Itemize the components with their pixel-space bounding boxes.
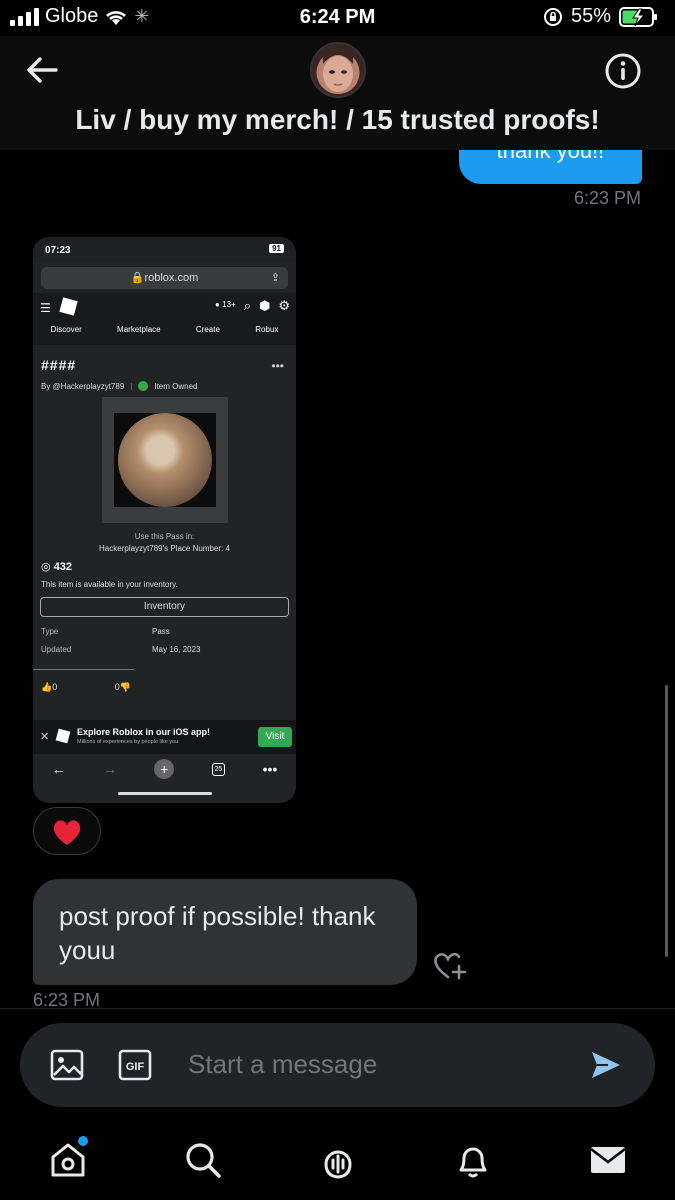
browser-toolbar: ← → + 25 ••• <box>33 754 296 784</box>
image-url-bar: 🔒roblox.com ⇪ <box>41 267 288 289</box>
more-icon: ••• <box>262 761 278 777</box>
thumbs-down-icon: 👎 <box>119 682 131 692</box>
avatar[interactable] <box>310 42 366 98</box>
availability-text: This item is available in your inventory… <box>41 580 178 589</box>
cat-photo <box>118 413 212 507</box>
search-icon <box>185 1143 221 1178</box>
nav-spaces[interactable] <box>318 1140 358 1180</box>
nav-home[interactable] <box>48 1136 88 1180</box>
envelope-icon <box>589 1147 626 1173</box>
reaction-badge[interactable] <box>33 807 101 855</box>
home-icon <box>51 1143 84 1177</box>
add-reaction-icon[interactable] <box>431 948 469 982</box>
item-name: #### <box>41 357 77 373</box>
shared-image-roblox-screenshot[interactable]: 07:23 91 🔒roblox.com ⇪ ☰ ● 13+ ⌕ ⬢ ⚙ Dis… <box>33 237 296 803</box>
sent-message-bubble[interactable]: thank you!! <box>459 150 642 184</box>
message-composer: GIF Start a message <box>20 1023 655 1107</box>
image-url: roblox.com <box>144 272 199 284</box>
forward-icon: → <box>102 761 117 777</box>
bottom-nav <box>0 1120 675 1200</box>
item-creator: By @Hackerplayzyt789 <box>41 381 125 391</box>
avatar-face-icon <box>323 48 353 92</box>
notification-dot <box>77 1136 88 1146</box>
battery-percent: 55% <box>570 5 611 27</box>
sent-message-time: 6:23 PM <box>573 188 641 208</box>
image-battery: 91 <box>269 244 284 253</box>
composer-area: GIF Start a message <box>0 1008 675 1120</box>
new-tab-icon: + <box>154 759 175 779</box>
roblox-logo-icon <box>55 728 71 744</box>
spaces-icon <box>324 1150 351 1179</box>
item-owned-label: Item Owned <box>154 381 198 391</box>
place-name: Hackerplayzyt789's Place Number: 4 <box>99 544 230 553</box>
tab-marketplace: Marketplace <box>117 325 161 334</box>
image-status-bar: 07:23 91 <box>33 237 296 263</box>
conversation-header: Liv / buy my merch! / 15 trusted proofs! <box>0 36 675 150</box>
avatar-small-icon: ● <box>215 300 220 309</box>
visit-button: Visit <box>258 727 292 747</box>
message-list[interactable]: thank you!! 6:23 PM 07:23 91 🔒roblox.com… <box>0 150 675 1010</box>
home-indicator <box>118 792 212 795</box>
roblox-nav: ☰ ● 13+ ⌕ ⬢ ⚙ Discover Marketplace Creat… <box>33 293 296 345</box>
heart-reaction-icon <box>53 820 81 845</box>
scrollbar[interactable] <box>665 685 668 957</box>
banner-subtitle: Millions of experiences by people like y… <box>77 739 179 745</box>
check-icon <box>138 381 149 391</box>
tab-robux: Robux <box>255 325 279 334</box>
message-input[interactable]: Start a message <box>188 1049 377 1080</box>
dislikes: 0👎 <box>115 682 131 693</box>
battery-charging-icon <box>619 6 657 27</box>
likes: 👍0 <box>41 682 57 693</box>
banner-title: Explore Roblox in our iOS app! <box>77 727 211 737</box>
roblox-logo-icon <box>59 297 78 316</box>
rotation-lock-icon <box>543 7 562 26</box>
thumbs-up-icon: 👍 <box>41 682 53 692</box>
nav-search[interactable] <box>183 1140 223 1180</box>
back-arrow-icon[interactable] <box>22 50 62 90</box>
bell-icon <box>459 1147 486 1178</box>
menu-icon: ☰ <box>40 301 51 315</box>
gif-icon[interactable]: GIF <box>118 1049 152 1081</box>
age-badge-text: 13+ <box>222 300 236 309</box>
nav-messages[interactable] <box>588 1140 628 1180</box>
tab-count: 25 <box>211 762 226 776</box>
divider <box>33 669 134 670</box>
item-thumbnail <box>102 397 228 523</box>
robux-icon: ⬢ <box>258 298 271 313</box>
received-message-bubble[interactable]: post proof if possible! thank youu <box>33 879 417 985</box>
tab-create: Create <box>195 325 220 334</box>
gear-icon: ⚙ <box>278 298 290 313</box>
received-message-text: post proof if possible! thank youu <box>59 901 376 965</box>
more-options-icon: ••• <box>271 359 284 373</box>
likes-count: 0 <box>52 682 58 692</box>
item-price-value: 432 <box>53 561 73 573</box>
share-icon: ⇪ <box>270 272 280 284</box>
conversation-title: Liv / buy my merch! / 15 trusted proofs! <box>75 104 600 135</box>
nav-notifications[interactable] <box>453 1140 493 1180</box>
use-pass-label: Use this Pass in: <box>134 532 195 541</box>
status-bar: Globe ✳ 6:24 PM 55% <box>0 0 675 36</box>
send-icon[interactable] <box>590 1050 622 1080</box>
item-price: ◎ 432 <box>41 560 72 573</box>
updated-value: May 16, 2023 <box>152 645 201 654</box>
gif-label: GIF <box>126 1061 145 1073</box>
lock-icon: 🔒 <box>130 272 145 284</box>
image-icon[interactable] <box>50 1049 84 1081</box>
image-phone-time: 07:23 <box>45 245 71 256</box>
age-badge: ● 13+ <box>215 298 236 314</box>
tab-discover: Discover <box>50 325 82 334</box>
type-value: Pass <box>152 627 170 636</box>
updated-label: Updated <box>41 645 72 654</box>
search-icon: ⌕ <box>243 298 251 313</box>
back-icon: ← <box>51 761 66 777</box>
robux-icon: ◎ <box>41 561 51 573</box>
close-icon: ✕ <box>40 731 50 743</box>
received-message-time: 6:23 PM <box>33 990 101 1010</box>
info-icon[interactable] <box>604 52 642 90</box>
inventory-button: Inventory <box>40 597 289 617</box>
app-banner: ✕ Explore Roblox in our iOS app! Million… <box>33 720 296 754</box>
sent-message-text: thank you!! <box>496 150 605 163</box>
type-label: Type <box>41 627 59 636</box>
